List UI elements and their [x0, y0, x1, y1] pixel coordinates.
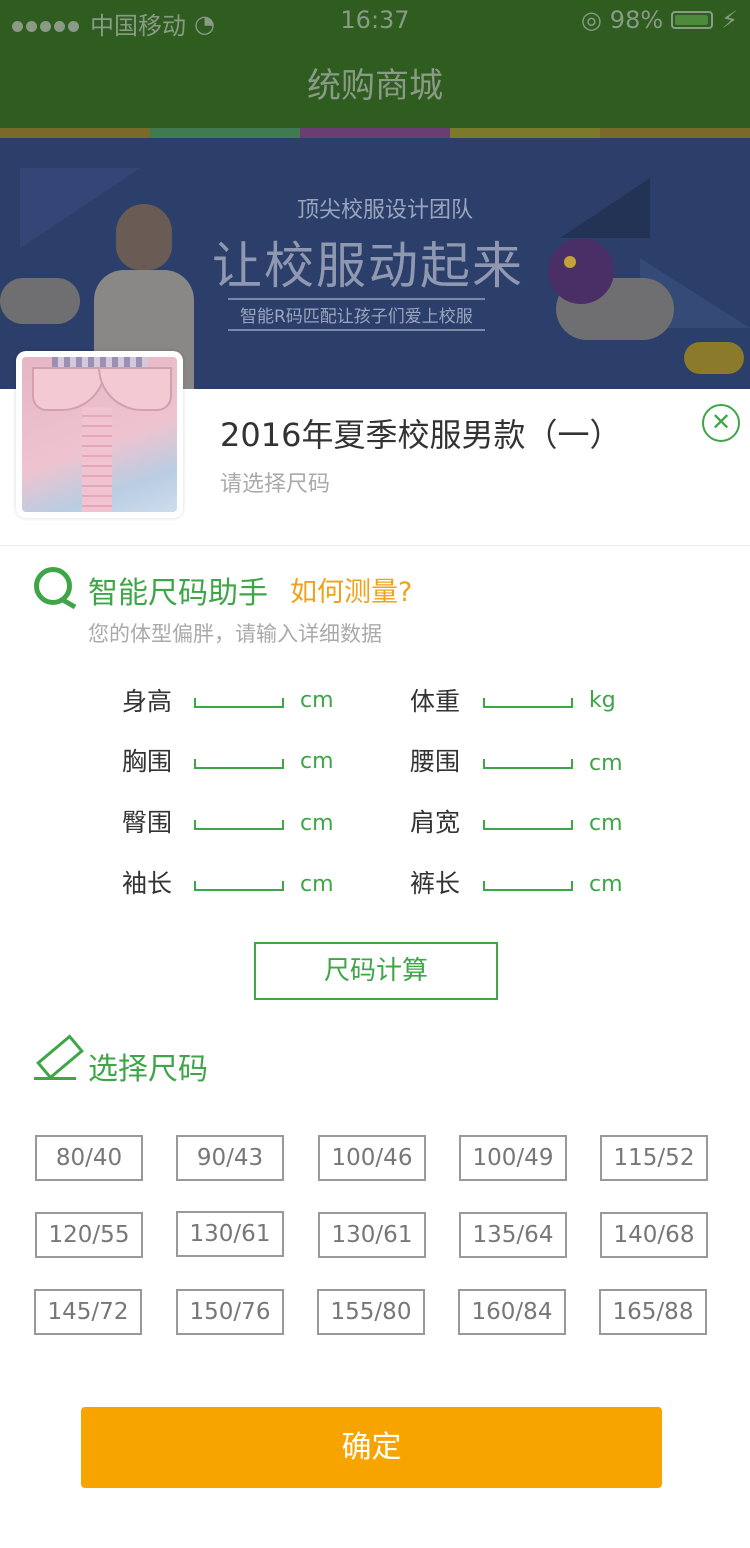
weight-unit: kg [589, 688, 616, 713]
divider [0, 545, 750, 546]
app-header: 统购商城 [0, 40, 750, 128]
status-bar: 中国移动 ◔ 16:37 ◎ 98% ⚡ [0, 0, 750, 40]
confirm-button[interactable]: 确定 [81, 1407, 662, 1488]
size-option[interactable]: 100/49 [459, 1135, 567, 1181]
banner-tagline: 智能R码匹配让孩子们爱上校服 [228, 298, 485, 331]
size-option[interactable]: 160/84 [458, 1289, 566, 1335]
product-title: 2016年夏季校服男款（一） [220, 416, 622, 454]
size-option[interactable]: 155/80 [317, 1289, 425, 1335]
cloud-shape [684, 342, 744, 374]
chest-unit: cm [300, 749, 334, 774]
hip-input[interactable] [194, 820, 284, 830]
chest-input[interactable] [194, 759, 284, 769]
ruler-icon-base [34, 1077, 76, 1080]
select-size-title: 选择尺码 [88, 1052, 208, 1087]
charging-icon: ⚡ [721, 6, 738, 34]
product-image [22, 357, 177, 512]
field-label-hip: 臀围 [122, 808, 173, 837]
product-subtitle: 请选择尺码 [220, 472, 331, 497]
how-to-measure-link[interactable]: 如何测量? [290, 570, 412, 609]
bird-mascot [548, 238, 614, 304]
weight-input[interactable] [483, 698, 573, 708]
shoulder-input[interactable] [483, 820, 573, 830]
status-right: ◎ 98% ⚡ [581, 6, 738, 34]
close-icon[interactable]: ✕ [702, 404, 740, 442]
size-option[interactable]: 130/61 [176, 1211, 284, 1257]
size-option[interactable]: 100/46 [318, 1135, 426, 1181]
header-stripe [0, 128, 750, 138]
shoulder-unit: cm [589, 811, 623, 836]
sleeve-unit: cm [300, 872, 334, 897]
size-option[interactable]: 120/55 [35, 1212, 143, 1258]
size-option[interactable]: 140/68 [600, 1212, 708, 1258]
pants-unit: cm [589, 872, 623, 897]
size-option[interactable]: 115/52 [600, 1135, 708, 1181]
battery-fill [675, 15, 709, 25]
rotation-lock-icon: ◎ [580, 6, 602, 34]
height-unit: cm [300, 688, 334, 713]
size-option[interactable]: 130/61 [318, 1212, 426, 1258]
field-label-pants: 裤长 [410, 869, 461, 898]
waist-input[interactable] [483, 759, 573, 769]
battery-icon [671, 11, 714, 29]
size-option[interactable]: 135/64 [459, 1212, 567, 1258]
smart-size-description: 您的体型偏胖，请输入详细数据 [88, 622, 382, 646]
field-label-chest: 胸围 [122, 747, 173, 776]
banner-headline: 让校服动起来 [212, 237, 524, 295]
waist-unit: cm [589, 751, 623, 776]
sleeve-input[interactable] [194, 881, 284, 891]
size-option[interactable]: 90/43 [176, 1135, 284, 1181]
hip-unit: cm [300, 811, 334, 836]
smart-size-title: 智能尺码助手 [88, 576, 268, 611]
cloud-shape [0, 278, 80, 324]
field-label-waist: 腰围 [410, 747, 461, 776]
height-input[interactable] [194, 698, 284, 708]
banner-subtitle: 顶尖校服设计团队 [296, 198, 473, 223]
battery-percent: 98% [609, 6, 664, 34]
size-option[interactable]: 145/72 [34, 1289, 142, 1335]
pants-input[interactable] [483, 881, 573, 891]
size-option[interactable]: 80/40 [35, 1135, 143, 1181]
header-title: 统购商城 [307, 66, 443, 106]
size-option[interactable]: 165/88 [599, 1289, 707, 1335]
calculate-size-button[interactable]: 尺码计算 [254, 942, 498, 1000]
field-label-weight: 体重 [410, 687, 461, 716]
smart-size-icon [34, 567, 72, 605]
size-option[interactable]: 150/76 [176, 1289, 284, 1335]
field-label-height: 身高 [122, 687, 173, 716]
field-label-shoulder: 肩宽 [410, 808, 461, 837]
field-label-sleeve: 袖长 [122, 869, 173, 898]
product-thumbnail [16, 351, 183, 518]
